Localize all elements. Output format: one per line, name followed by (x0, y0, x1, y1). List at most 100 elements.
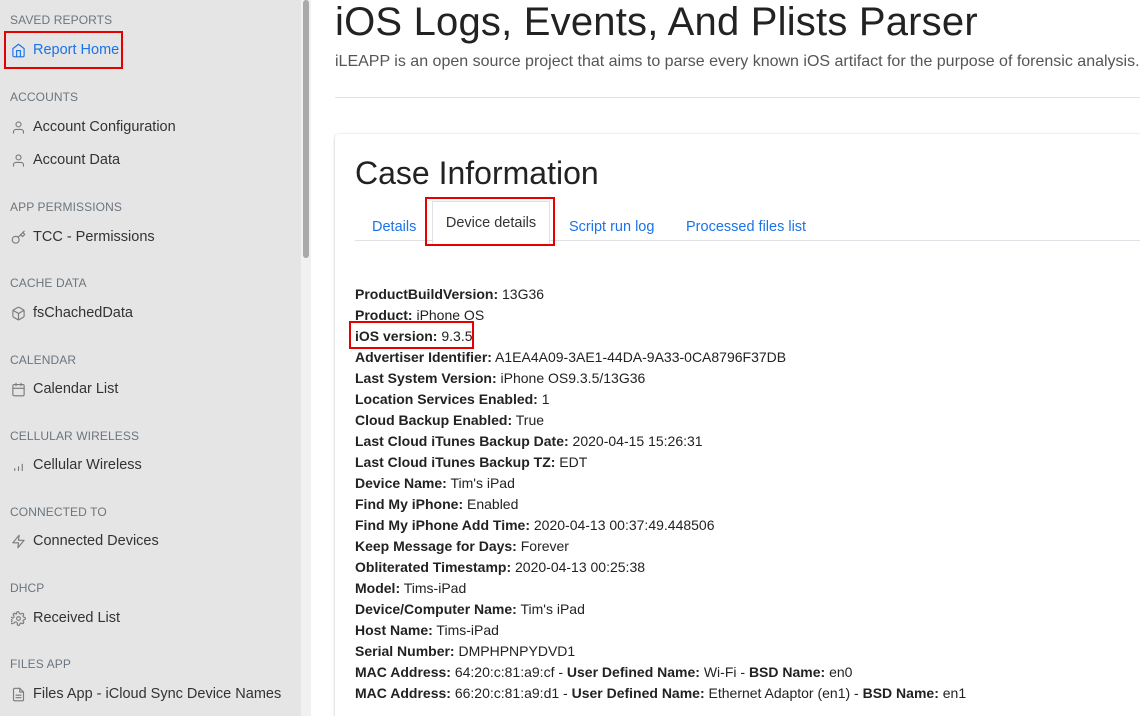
detail-key: Keep Message for Days: (355, 538, 517, 554)
detail-row-cloud-backup-enabled: Cloud Backup Enabled: True (355, 410, 966, 431)
detail-row-find-my-iphone-add-time: Find My iPhone Add Time: 2020-04-13 00:3… (355, 515, 966, 536)
sidebar-item-files-app-icloud-sync-device-names[interactable]: Files App - iCloud Sync Device Names (10, 683, 281, 705)
detail-key: Host Name: (355, 622, 433, 638)
sidebar-item-label: fsChachedData (33, 305, 133, 321)
detail-row-serial-number: Serial Number: DMPHPNPYDVD1 (355, 641, 966, 662)
detail-key: Serial Number: (355, 643, 455, 659)
sidebar-item-tcc-permissions[interactable]: TCC - Permissions (10, 226, 155, 248)
detail-value: DMPHPNPYDVD1 (454, 643, 576, 659)
detail-value: Tim's iPad (446, 475, 515, 491)
tab-script-run-log[interactable]: Script run log (569, 213, 654, 240)
detail-key: BSD Name: (862, 685, 939, 701)
detail-key: Location Services Enabled: (355, 391, 538, 407)
detail-row-mac-address-1: MAC Address: 64:20:c:81:a9:cf - User Def… (355, 662, 966, 683)
detail-row-device-name: Device Name: Tim's iPad (355, 473, 966, 494)
detail-key: BSD Name: (748, 664, 826, 680)
section-heading-calendar: CALENDAR (10, 353, 77, 367)
sidebar-item-received-list[interactable]: Received List (10, 607, 120, 629)
user-icon (10, 152, 26, 168)
key-icon (10, 229, 26, 245)
detail-key: MAC Address: (355, 685, 451, 701)
case-information-title: Case Information (355, 155, 599, 191)
page-subtitle: iLEAPP is an open source project that ai… (335, 53, 1140, 70)
detail-value: 1 (537, 391, 550, 407)
tab-processed-files-list[interactable]: Processed files list (686, 213, 806, 240)
sidebar-item-label: Account Data (33, 152, 121, 168)
detail-row-device-computer-name: Device/Computer Name: Tim's iPad (355, 599, 966, 620)
detail-value: 2020-04-13 00:37:49.448506 (530, 517, 715, 533)
detail-value: 13G36 (498, 286, 545, 302)
detail-value: True (512, 412, 545, 428)
sidebar-item-fschacheddata[interactable]: fsChachedData (10, 302, 133, 324)
detail-value: EDT (555, 454, 588, 470)
detail-key: MAC Address: (355, 664, 451, 680)
detail-row-last-cloud-backup-tz: Last Cloud iTunes Backup TZ: EDT (355, 452, 966, 473)
detail-key: Advertiser Identifier: (355, 349, 492, 365)
sidebar-item-cellular-wireless[interactable]: Cellular Wireless (10, 454, 142, 476)
sidebar-item-label: Connected Devices (33, 533, 159, 549)
detail-row-advertiser-identifier: Advertiser Identifier: A1EA4A09-3AE1-44D… (355, 347, 966, 368)
calendar-icon (10, 381, 26, 397)
detail-value: en0 (825, 664, 853, 680)
detail-value: 66:20:c:81:a9:d1 - (450, 685, 572, 701)
section-heading-connected-to: CONNECTED TO (10, 505, 107, 519)
detail-value: Tims-iPad (400, 580, 467, 596)
section-heading-accounts: ACCOUNTS (10, 90, 79, 104)
page-title: iOS Logs, Events, And Plists Parser (335, 0, 978, 44)
detail-value: Forever (516, 538, 569, 554)
detail-key: Model: (355, 580, 401, 596)
highlight-box-device-details-tab (425, 197, 555, 246)
detail-value: Wi-Fi - (699, 664, 749, 680)
file-text-icon (10, 686, 26, 702)
settings-icon (10, 610, 26, 626)
sidebar-scroll-thumb[interactable] (303, 0, 309, 258)
detail-row-model: Model: Tims-iPad (355, 578, 966, 599)
detail-value: Enabled (463, 496, 519, 512)
detail-key: Device Name: (355, 475, 447, 491)
detail-key: Last System Version: (355, 370, 497, 386)
sidebar-item-calendar-list[interactable]: Calendar List (10, 378, 118, 400)
detail-row-obliterated-timestamp: Obliterated Timestamp: 2020-04-13 00:25:… (355, 557, 966, 578)
detail-value: en1 (938, 685, 967, 701)
tab-details[interactable]: Details (372, 213, 416, 240)
detail-row-mac-address-2: MAC Address: 66:20:c:81:a9:d1 - User Def… (355, 683, 966, 704)
section-heading-cache-data: CACHE DATA (10, 276, 87, 290)
detail-row-last-cloud-backup-date: Last Cloud iTunes Backup Date: 2020-04-1… (355, 431, 966, 452)
detail-row-find-my-iphone: Find My iPhone: Enabled (355, 494, 966, 515)
header-divider (335, 97, 1140, 98)
detail-row-keep-message-for-days: Keep Message for Days: Forever (355, 536, 966, 557)
detail-row-host-name: Host Name: Tims-iPad (355, 620, 966, 641)
detail-key: Find My iPhone Add Time: (355, 517, 530, 533)
sidebar-item-connected-devices[interactable]: Connected Devices (10, 530, 159, 552)
user-icon (10, 119, 26, 135)
sidebar-item-label: Calendar List (33, 381, 119, 397)
section-heading-saved-reports: SAVED REPORTS (10, 13, 113, 27)
detail-value: Tims-iPad (432, 622, 499, 638)
sidebar-item-account-configuration[interactable]: Account Configuration (10, 116, 176, 138)
section-heading-files-app: FILES APP (10, 657, 71, 671)
section-heading-dhcp: DHCP (10, 581, 45, 595)
sidebar-item-label: Files App - iCloud Sync Device Names (33, 686, 282, 702)
sidebar-item-account-data[interactable]: Account Data (10, 149, 120, 171)
detail-key: Obliterated Timestamp: (355, 559, 512, 575)
detail-value: 2020-04-13 00:25:38 (511, 559, 646, 575)
detail-key: Last Cloud iTunes Backup TZ: (355, 454, 556, 470)
detail-key: User Defined Name: (566, 664, 700, 680)
detail-value: A1EA4A09-3AE1-44DA-9A33-0CA8796F37DB (491, 349, 787, 365)
detail-key: Device/Computer Name: (355, 601, 517, 617)
bar-chart-icon (10, 457, 26, 473)
detail-row-last-system-version: Last System Version: iPhone OS9.3.5/13G3… (355, 368, 966, 389)
box-icon (10, 305, 26, 321)
highlight-box-report-home (4, 31, 123, 69)
highlight-box-ios-version (349, 321, 474, 349)
detail-row-product-build-version: ProductBuildVersion: 13G36 (355, 284, 966, 305)
detail-row-location-services: Location Services Enabled: 1 (355, 389, 966, 410)
section-heading-cellular-wireless: CELLULAR WIRELESS (10, 429, 140, 443)
section-heading-app-permissions: APP PERMISSIONS (10, 200, 122, 214)
detail-key: ProductBuildVersion: (355, 286, 499, 302)
sidebar: SAVED REPORTS Report Home ACCOUNTS Accou… (0, 0, 301, 716)
detail-value: iPhone OS9.3.5/13G36 (496, 370, 646, 386)
sidebar-item-label: Received List (33, 610, 121, 626)
zap-icon (10, 533, 26, 549)
sidebar-item-label: TCC - Permissions (33, 229, 155, 245)
